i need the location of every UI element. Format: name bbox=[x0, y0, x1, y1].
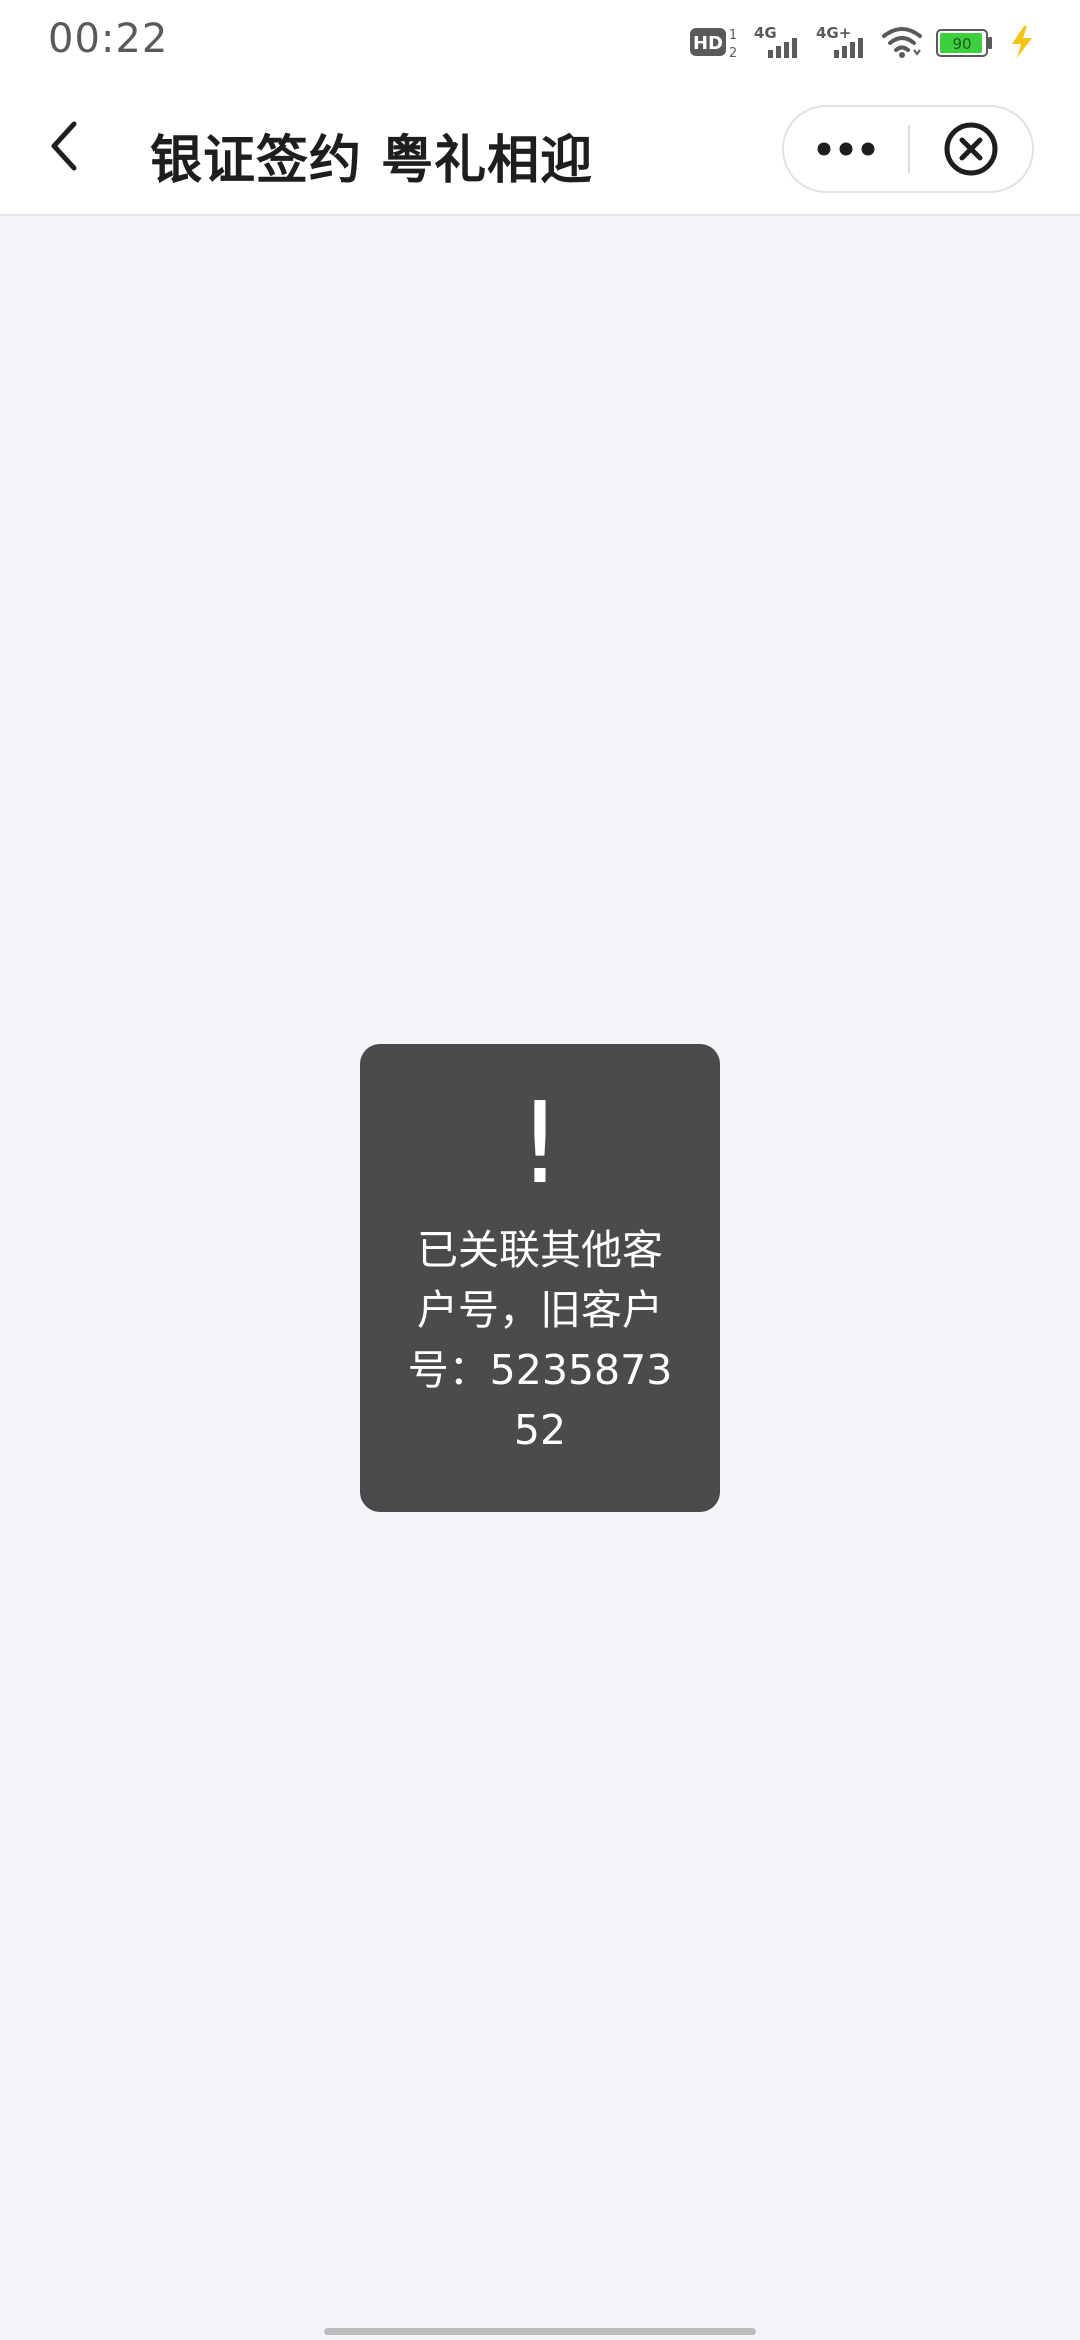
page-title: 银证签约 粤礼相迎 bbox=[150, 131, 594, 191]
more-dots-icon bbox=[817, 142, 875, 156]
battery-level: 90 bbox=[952, 35, 971, 53]
back-button[interactable] bbox=[32, 114, 96, 178]
hd-label: HD bbox=[693, 33, 723, 54]
screen: 00:22 HD 1 2 4G 4G+ 90 银证签约 粤礼相迎 ! 已关联其他… bbox=[0, 0, 1080, 2340]
more-button[interactable] bbox=[784, 107, 908, 191]
svg-text:1: 1 bbox=[729, 28, 737, 43]
status-bar: 00:22 HD 1 2 4G 4G+ 90 bbox=[0, 0, 1080, 84]
signal-sim2-icon: 4G+ bbox=[816, 24, 863, 58]
svg-text:2: 2 bbox=[729, 46, 737, 60]
hd-icon: HD 1 2 bbox=[690, 28, 737, 60]
status-time: 00:22 bbox=[48, 16, 169, 62]
signal-sim1-icon: 4G bbox=[754, 24, 797, 58]
toast-message: 已关联其他客户号，旧客户号：523587352 bbox=[407, 1226, 673, 1454]
toast: ! 已关联其他客户号，旧客户号：523587352 bbox=[360, 1044, 720, 1512]
nav-bar: 银证签约 粤礼相迎 bbox=[0, 84, 1080, 216]
close-button[interactable] bbox=[910, 107, 1032, 191]
status-icons: HD 1 2 4G 4G+ 90 bbox=[690, 22, 1036, 62]
wifi-icon bbox=[882, 27, 922, 58]
home-indicator[interactable] bbox=[324, 2328, 756, 2335]
battery-icon: 90 bbox=[936, 29, 992, 57]
chevron-left-icon bbox=[51, 121, 77, 171]
charging-icon bbox=[1012, 26, 1032, 58]
sim2-label: 4G+ bbox=[816, 24, 851, 42]
exclamation-icon: ! bbox=[517, 1079, 563, 1209]
close-circle-icon bbox=[944, 122, 998, 176]
mini-program-capsule bbox=[782, 105, 1034, 193]
sim1-label: 4G bbox=[754, 24, 777, 42]
